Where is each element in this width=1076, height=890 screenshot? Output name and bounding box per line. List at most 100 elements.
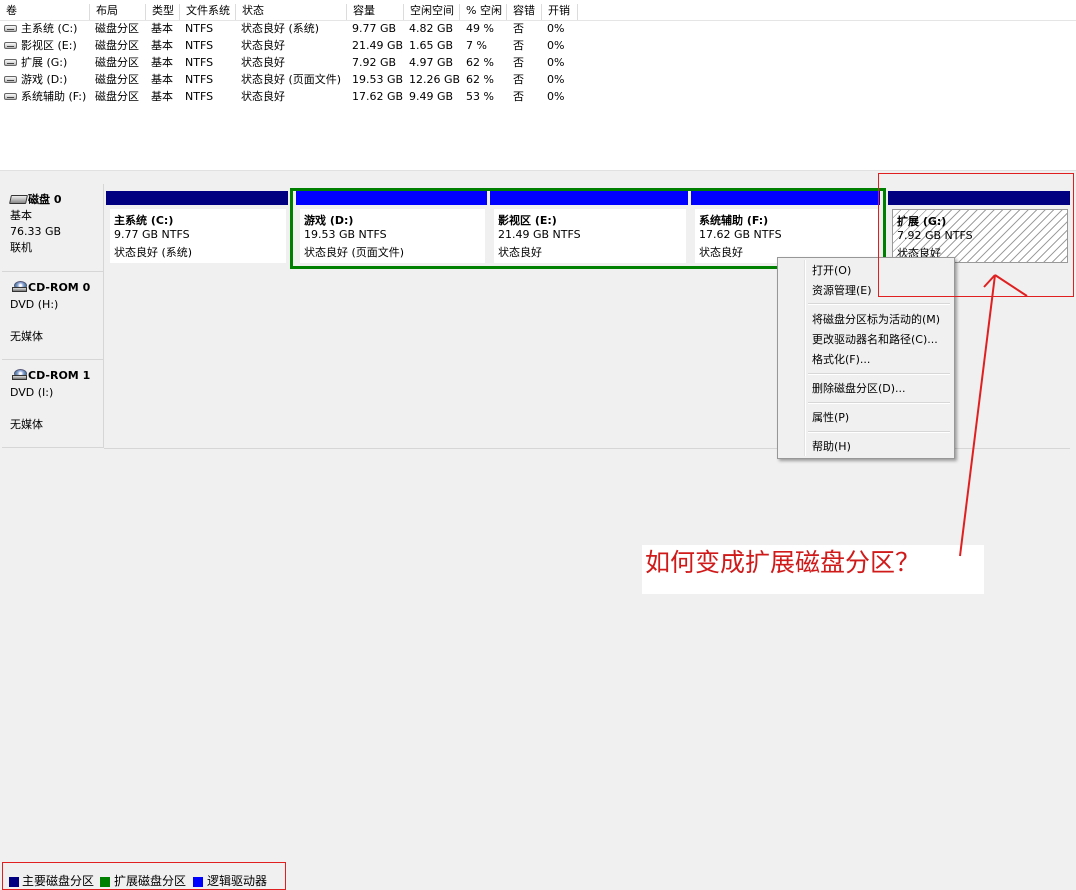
- volume-list-header: 卷 布局 类型 文件系统 状态 容量 空闲空间 % 空闲 容错 开销: [0, 0, 1076, 21]
- volume-filesystem: NTFS: [185, 39, 214, 52]
- column-header-status[interactable]: 状态: [236, 4, 347, 20]
- partition-c[interactable]: 主系统 (C:) 9.77 GB NTFS 状态良好 (系统): [106, 191, 288, 265]
- volume-overhead: 0%: [547, 90, 565, 103]
- menu-item-mark-active[interactable]: 将磁盘分区标为活动的(M): [812, 313, 940, 327]
- volume-status: 状态良好: [241, 39, 285, 52]
- partition-e[interactable]: 影视区 (E:) 21.49 GB NTFS 状态良好: [490, 191, 688, 265]
- partition-d[interactable]: 游戏 (D:) 19.53 GB NTFS 状态良好 (页面文件): [296, 191, 487, 265]
- disk-type: 基本: [10, 209, 32, 222]
- menu-item-change-drive-letter[interactable]: 更改驱动器名和路径(C)...: [812, 333, 938, 347]
- volume-type: 基本: [151, 90, 173, 103]
- partition-name: 影视区 (E:): [498, 214, 557, 227]
- column-header-filesystem[interactable]: 文件系统: [180, 4, 236, 20]
- column-header-fault-tolerance[interactable]: 容错: [507, 4, 542, 20]
- volume-overhead: 0%: [547, 73, 565, 86]
- disk-0-label[interactable]: 磁盘 0 基本 76.33 GB 联机: [2, 184, 104, 272]
- volume-list[interactable]: 卷 布局 类型 文件系统 状态 容量 空闲空间 % 空闲 容错 开销 主系统 (…: [0, 0, 1076, 170]
- column-header-volume[interactable]: 卷: [0, 4, 90, 20]
- media-status: 无媒体: [10, 330, 43, 343]
- volume-row[interactable]: 影视区 (E:) 磁盘分区 基本 NTFS 状态良好 21.49 GB 1.65…: [0, 37, 580, 54]
- volume-icon: [4, 59, 17, 66]
- volume-icon: [4, 42, 17, 49]
- menu-separator: [808, 402, 950, 404]
- volume-capacity: 21.49 GB: [352, 39, 404, 52]
- partition-name: 主系统 (C:): [114, 214, 174, 227]
- drive-letter: DVD (I:): [10, 386, 54, 399]
- menu-item-delete-partition[interactable]: 删除磁盘分区(D)...: [812, 382, 906, 396]
- volume-row[interactable]: 游戏 (D:) 磁盘分区 基本 NTFS 状态良好 (页面文件) 19.53 G…: [0, 71, 580, 88]
- volume-status: 状态良好 (系统): [241, 22, 320, 35]
- partition-f[interactable]: 系统辅助 (F:) 17.62 GB NTFS 状态良好: [691, 191, 880, 265]
- menu-separator: [808, 373, 950, 375]
- volume-row[interactable]: 主系统 (C:) 磁盘分区 基本 NTFS 状态良好 (系统) 9.77 GB …: [0, 20, 580, 37]
- volume-layout: 磁盘分区: [95, 90, 139, 103]
- partition-name: 游戏 (D:): [304, 214, 354, 227]
- column-header-overhead[interactable]: 开销: [542, 4, 578, 20]
- menu-item-format[interactable]: 格式化(F)...: [812, 353, 870, 367]
- drive-letter: DVD (H:): [10, 298, 59, 311]
- partition-body: 影视区 (E:) 21.49 GB NTFS 状态良好: [494, 209, 686, 263]
- partition-type-bar: [296, 191, 487, 205]
- volume-icon: [4, 25, 17, 32]
- volume-capacity: 9.77 GB: [352, 22, 397, 35]
- volume-percent-free: 7 %: [466, 39, 487, 52]
- partition-status: 状态良好: [699, 246, 743, 259]
- partition-status: 状态良好 (页面文件): [304, 246, 405, 259]
- menu-separator: [808, 431, 950, 433]
- volume-name: 扩展 (G:): [21, 56, 68, 69]
- column-header-free-space[interactable]: 空闲空间: [404, 4, 460, 20]
- partition-size: 9.77 GB NTFS: [114, 228, 190, 241]
- volume-free: 9.49 GB: [409, 90, 454, 103]
- volume-filesystem: NTFS: [185, 73, 214, 86]
- partition-status: 状态良好 (系统): [114, 246, 193, 259]
- volume-capacity: 19.53 GB: [352, 73, 404, 86]
- volume-status: 状态良好: [241, 90, 285, 103]
- volume-capacity: 17.62 GB: [352, 90, 404, 103]
- annotation-question: 如何变成扩展磁盘分区？: [645, 548, 921, 577]
- volume-percent-free: 62 %: [466, 73, 494, 86]
- column-header-capacity[interactable]: 容量: [347, 4, 404, 20]
- volume-free: 1.65 GB: [409, 39, 454, 52]
- volume-overhead: 0%: [547, 56, 565, 69]
- partition-body: 系统辅助 (F:) 17.62 GB NTFS 状态良好: [695, 209, 878, 263]
- hard-disk-icon: [9, 195, 28, 204]
- volume-overhead: 0%: [547, 22, 565, 35]
- volume-layout: 磁盘分区: [95, 39, 139, 52]
- volume-status: 状态良好: [241, 56, 285, 69]
- volume-fault-tolerance: 否: [513, 39, 524, 52]
- column-header-percent-free[interactable]: % 空闲: [460, 4, 507, 20]
- volume-status: 状态良好 (页面文件): [241, 73, 342, 86]
- menu-item-properties[interactable]: 属性(P): [812, 411, 849, 425]
- volume-layout: 磁盘分区: [95, 22, 139, 35]
- volume-fault-tolerance: 否: [513, 73, 524, 86]
- column-header-type[interactable]: 类型: [146, 4, 180, 20]
- volume-row[interactable]: 系统辅助 (F:) 磁盘分区 基本 NTFS 状态良好 17.62 GB 9.4…: [0, 88, 580, 105]
- disk-status: 联机: [10, 241, 32, 254]
- volume-type: 基本: [151, 22, 173, 35]
- volume-name: 影视区 (E:): [21, 39, 77, 52]
- volume-fault-tolerance: 否: [513, 56, 524, 69]
- volume-type: 基本: [151, 73, 173, 86]
- menu-separator: [808, 303, 950, 305]
- partition-type-bar: [691, 191, 880, 205]
- cdrom-1-label[interactable]: CD-ROM 1 DVD (I:) 无媒体: [2, 360, 104, 448]
- column-header-layout[interactable]: 布局: [90, 4, 146, 20]
- menu-item-open[interactable]: 打开(O): [812, 264, 851, 278]
- volume-percent-free: 53 %: [466, 90, 494, 103]
- cdrom-icon: [12, 369, 27, 380]
- menu-item-help[interactable]: 帮助(H): [812, 440, 851, 454]
- volume-percent-free: 62 %: [466, 56, 494, 69]
- disk-size: 76.33 GB: [10, 225, 62, 238]
- disk-title: CD-ROM 1: [28, 369, 91, 382]
- volume-fault-tolerance: 否: [513, 90, 524, 103]
- cdrom-icon: [12, 281, 27, 292]
- menu-item-explore[interactable]: 资源管理(E): [812, 284, 872, 298]
- volume-row[interactable]: 扩展 (G:) 磁盘分区 基本 NTFS 状态良好 7.92 GB 4.97 G…: [0, 54, 580, 71]
- partition-status: 状态良好: [498, 246, 542, 259]
- volume-free: 12.26 GB: [409, 73, 461, 86]
- partition-body: 主系统 (C:) 9.77 GB NTFS 状态良好 (系统): [110, 209, 286, 263]
- partition-name: 系统辅助 (F:): [699, 214, 769, 227]
- volume-capacity: 7.92 GB: [352, 56, 397, 69]
- cdrom-0-label[interactable]: CD-ROM 0 DVD (H:) 无媒体: [2, 272, 104, 360]
- partition-size: 19.53 GB NTFS: [304, 228, 387, 241]
